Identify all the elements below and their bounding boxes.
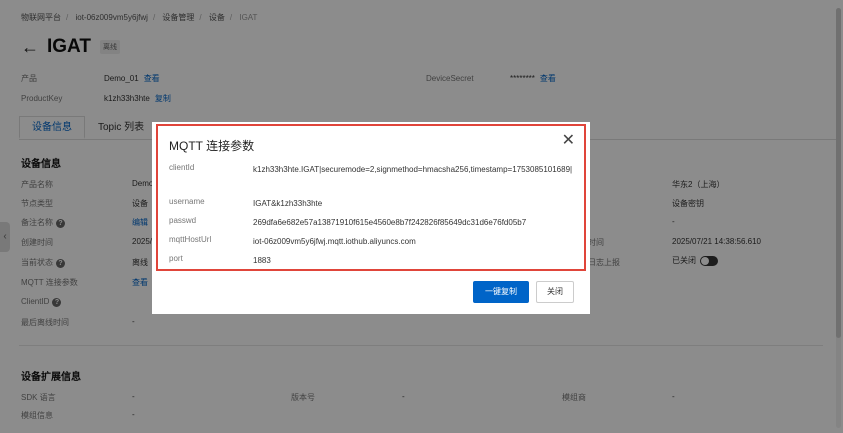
mqtt-params-dialog: MQTT 连接参数 ✕ clientId k1zh33h3hte.IGAT|se… [152, 122, 590, 314]
param-value: k1zh33h3hte.IGAT|securemode=2,signmethod… [253, 165, 573, 174]
close-button[interactable]: 关闭 [536, 281, 574, 303]
close-icon[interactable]: ✕ [562, 133, 575, 149]
param-value: IGAT&k1zh33h3hte [253, 199, 323, 208]
param-key: passwd [169, 216, 197, 225]
param-value: 269dfa6e682e57a13871910f615e4560e8b7f242… [253, 218, 527, 227]
param-key: mqttHostUrl [169, 235, 212, 244]
param-value: iot-06z009vm5y6jfwj.mqtt.iothub.aliyuncs… [253, 237, 416, 246]
copy-all-button[interactable]: 一键复制 [473, 281, 529, 303]
param-key: username [169, 197, 205, 206]
param-value: 1883 [253, 256, 271, 265]
param-key: port [169, 254, 183, 263]
dialog-title: MQTT 连接参数 [169, 139, 255, 153]
param-key: clientId [169, 163, 195, 172]
